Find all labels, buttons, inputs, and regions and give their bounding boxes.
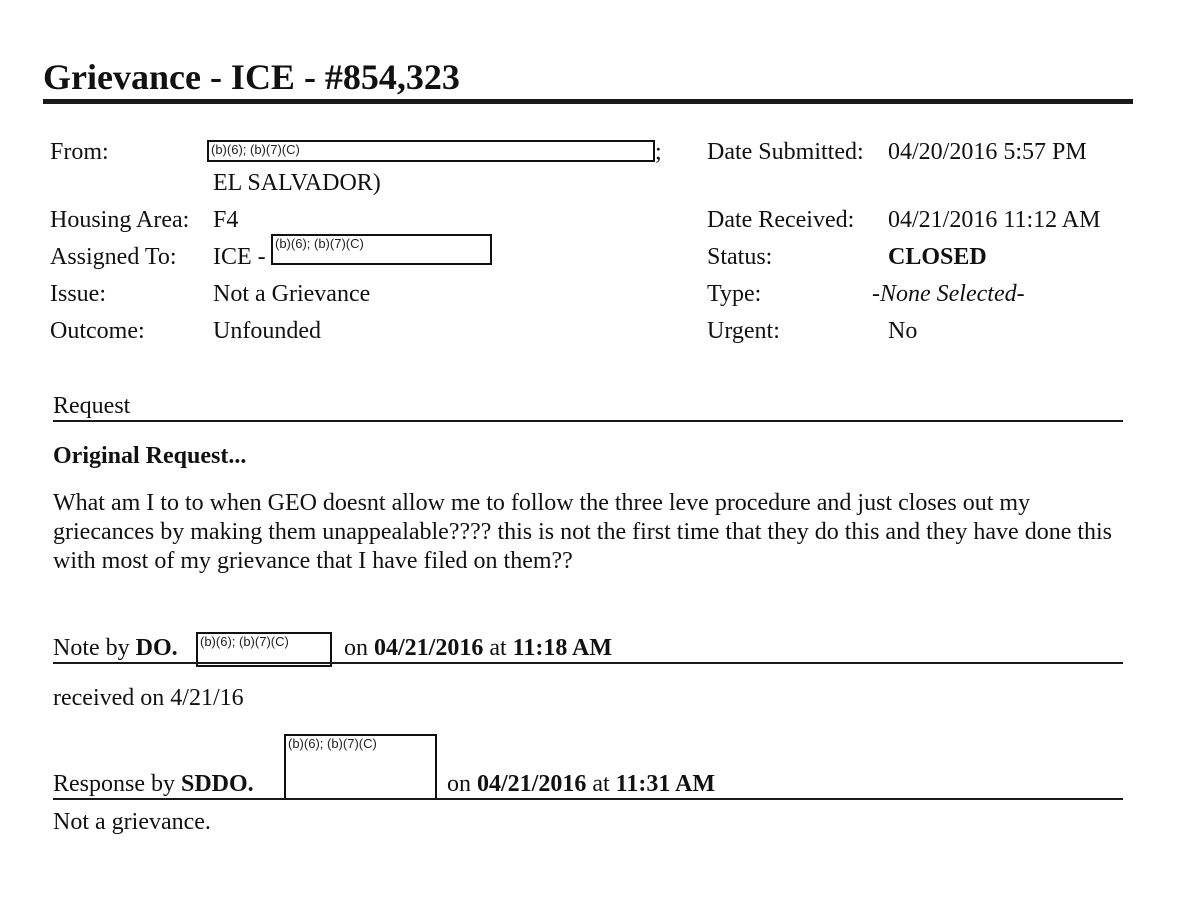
request-section-label: Request — [53, 393, 131, 419]
from-label: From: — [50, 139, 109, 165]
note-author-role: DO. — [135, 635, 178, 661]
issue-value: Not a Grievance — [213, 281, 371, 307]
request-divider — [53, 420, 1123, 422]
redaction-box-assigned: (b)(6); (b)(7)(C) — [271, 234, 492, 265]
response-header-prefix: Response by SDDO. — [53, 771, 254, 798]
original-request-body: What am I to to when GEO doesnt allow me… — [53, 490, 1113, 574]
title-divider — [43, 99, 1133, 104]
note-date: 04/21/2016 — [374, 635, 484, 661]
status-label: Status: — [707, 244, 773, 270]
original-request-heading: Original Request... — [53, 443, 247, 469]
note-time: 11:18 AM — [512, 635, 612, 661]
response-body: Not a grievance. — [53, 809, 211, 835]
note-body: received on 4/21/16 — [53, 685, 244, 711]
note-header-timestamp: on 04/21/2016 at 11:18 AM — [344, 635, 612, 662]
redaction-code: (b)(6); (b)(7)(C) — [211, 142, 300, 157]
date-submitted-value: 04/20/2016 5:57 PM — [888, 139, 1087, 165]
outcome-label: Outcome: — [50, 318, 145, 344]
housing-area-value: F4 — [213, 207, 239, 233]
from-value-suffix: ; — [655, 139, 662, 165]
response-date: 04/21/2016 — [477, 771, 587, 797]
response-author-role: SDDO. — [181, 771, 254, 797]
response-at-text: at — [592, 771, 610, 797]
assigned-to-label: Assigned To: — [50, 244, 177, 270]
date-received-label: Date Received: — [707, 207, 855, 233]
note-header-prefix: Note by DO. — [53, 635, 178, 662]
status-value: CLOSED — [888, 244, 987, 270]
outcome-value: Unfounded — [213, 318, 321, 344]
from-value-line2: EL SALVADOR) — [213, 170, 381, 196]
date-received-value: 04/21/2016 11:12 AM — [888, 207, 1101, 233]
redaction-box-response-author: (b)(6); (b)(7)(C) — [284, 734, 437, 800]
assigned-to-value: ICE - — [213, 244, 266, 270]
response-on-text: on — [447, 771, 471, 797]
redaction-code: (b)(6); (b)(7)(C) — [200, 634, 289, 649]
type-value: -None Selected- — [872, 281, 1025, 307]
document-title: Grievance - ICE - #854,323 — [43, 57, 460, 97]
response-time: 11:31 AM — [615, 771, 715, 797]
date-submitted-label: Date Submitted: — [707, 139, 864, 165]
issue-label: Issue: — [50, 281, 106, 307]
note-at-text: at — [489, 635, 507, 661]
note-on-text: on — [344, 635, 368, 661]
urgent-label: Urgent: — [707, 318, 780, 344]
housing-area-label: Housing Area: — [50, 207, 190, 233]
type-label: Type: — [707, 281, 762, 307]
redaction-box-from: (b)(6); (b)(7)(C) — [207, 140, 655, 162]
response-header-timestamp: on 04/21/2016 at 11:31 AM — [447, 771, 715, 798]
response-divider — [53, 798, 1123, 800]
redaction-code: (b)(6); (b)(7)(C) — [275, 236, 364, 251]
note-divider — [53, 662, 1123, 664]
note-prefix: Note by — [53, 635, 130, 661]
response-prefix: Response by — [53, 771, 175, 797]
redaction-code: (b)(6); (b)(7)(C) — [288, 736, 377, 751]
urgent-value: No — [888, 318, 918, 344]
